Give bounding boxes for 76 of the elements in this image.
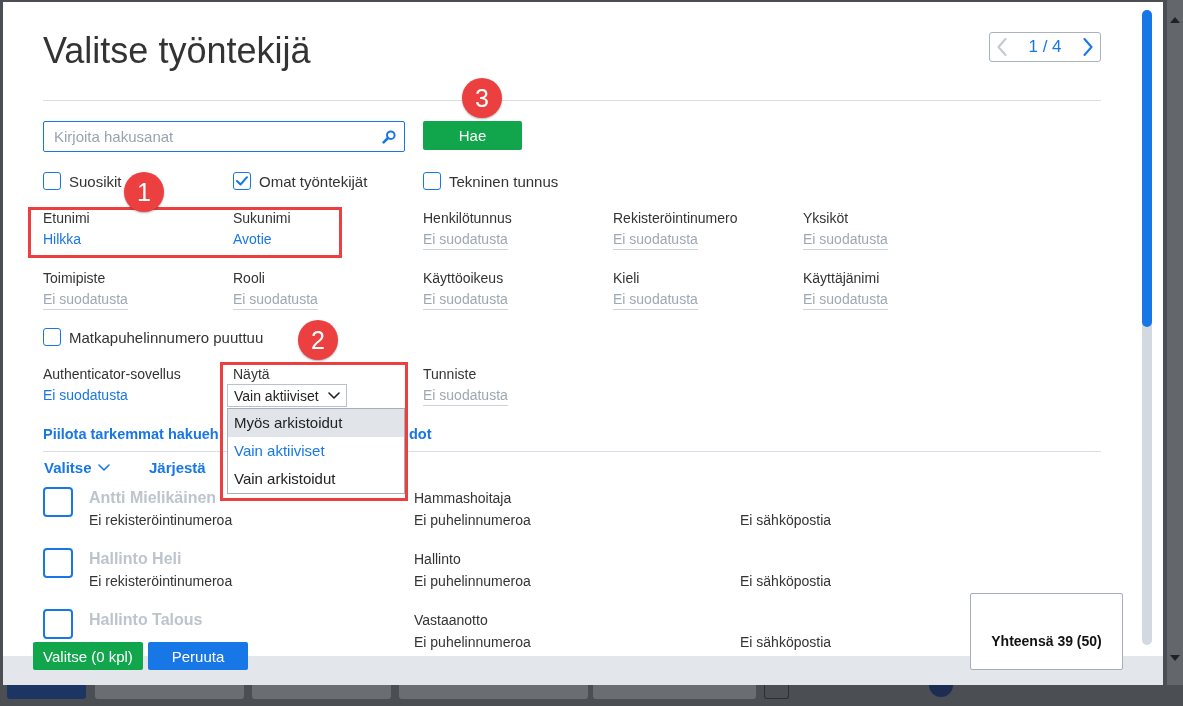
checkmark-icon	[236, 176, 248, 186]
select-menu-button[interactable]: Valitse	[44, 459, 110, 476]
dimmed-background-block	[764, 685, 789, 699]
select-button[interactable]: Valitse (0 kpl)	[33, 642, 143, 670]
checkbox-label[interactable]: Tekninen tunnus	[449, 172, 559, 190]
search-field[interactable]: Kirjoita hakusanat	[43, 121, 405, 152]
row-checkbox[interactable]	[43, 487, 73, 517]
checkbox[interactable]	[233, 172, 251, 190]
caret-down-icon	[97, 464, 110, 471]
employee-name: Hallinto Talous	[89, 610, 203, 630]
filter-value-link[interactable]: Ei suodatusta	[423, 289, 508, 310]
email-address: Ei sähköpostia	[740, 633, 832, 652]
search-button[interactable]: Hae	[423, 121, 522, 150]
email-address: Ei sähköpostia	[740, 511, 832, 530]
total-count: Yhteensä 39 (50)	[970, 593, 1123, 670]
filter-label: Yksiköt	[803, 209, 849, 228]
employee-name: Antti Mielikäinen	[89, 488, 217, 508]
checkbox-label[interactable]: Omat työntekijät	[259, 172, 368, 190]
sort-button[interactable]: Järjestä	[149, 459, 206, 476]
filter-label: Käyttäjänimi	[803, 269, 880, 288]
checkbox[interactable]	[43, 172, 61, 190]
filter-value-link[interactable]: Ei suodatusta	[43, 289, 128, 310]
filter-label: Tunniste	[423, 365, 477, 384]
hide-filters-link[interactable]: Piilota tarkemmat hakueh	[43, 424, 219, 444]
row-checkbox[interactable]	[43, 548, 73, 578]
filter-label: Authenticator-sovellus	[43, 365, 181, 384]
next-page-button[interactable]	[1083, 38, 1093, 56]
filter-label: Etunimi	[43, 209, 90, 228]
chevron-right-icon	[1083, 38, 1093, 56]
registration-number: Ei rekisteröintinumeroa	[89, 511, 233, 530]
filter-value-link[interactable]: Ei suodatusta	[423, 385, 508, 406]
filter-label: Henkilötunnus	[423, 209, 512, 228]
caret-down-icon	[327, 392, 340, 399]
filter-value-link[interactable]: Ei suodatusta	[803, 289, 888, 310]
filter-label: Käyttöoikeus	[423, 269, 504, 288]
page-indicator: 1 / 4	[1028, 37, 1062, 57]
link-text-fragment[interactable]: dot	[409, 424, 432, 444]
filter-value-link[interactable]: Ei suodatusta	[803, 229, 888, 250]
filter-value-link[interactable]: Ei suodatusta	[613, 229, 698, 250]
filter-label: Rekisteröintinumero	[613, 209, 738, 228]
checkbox[interactable]	[423, 172, 441, 190]
number-badge: 3	[462, 78, 502, 118]
filter-value-link[interactable]: Avotie	[233, 229, 272, 250]
filter-label: Näytä	[233, 365, 270, 384]
filter-value-link[interactable]: Hilkka	[43, 229, 82, 250]
dropdown-select[interactable]: Vain aktiiviset	[227, 384, 347, 407]
number-badge: 2	[298, 320, 338, 360]
row-checkbox[interactable]	[43, 609, 73, 639]
cancel-button[interactable]: Peruuta	[148, 642, 248, 670]
checkbox-label[interactable]: Suosikit	[69, 172, 122, 190]
number-badge: 1	[124, 172, 164, 212]
employee-role: Hallinto	[414, 550, 461, 569]
scroll-down-arrow-icon	[1170, 655, 1180, 661]
checkbox-label[interactable]: Matkapuhelinnumero puuttuu	[69, 328, 264, 346]
email-address: Ei sähköpostia	[740, 572, 832, 591]
chevron-left-icon	[997, 38, 1007, 56]
filter-value-link[interactable]: Ei suodatusta	[613, 289, 698, 310]
filter-label: Toimipiste	[43, 269, 106, 288]
filter-label: Kieli	[613, 269, 640, 288]
employee-name: Hallinto Heli	[89, 549, 182, 569]
search-icon	[382, 130, 396, 144]
phone-number: Ei puhelinnumeroa	[414, 633, 531, 652]
scroll-up-arrow-icon	[1170, 17, 1180, 23]
filter-value-link[interactable]: Ei suodatusta	[43, 385, 128, 406]
dialog-title: Valitse työntekijä	[43, 29, 311, 73]
phone-number: Ei puhelinnumeroa	[414, 511, 531, 530]
dropdown-option[interactable]: Myös arkistoidut	[228, 409, 404, 437]
employee-role: Vastaanotto	[414, 611, 488, 630]
phone-number: Ei puhelinnumeroa	[414, 572, 531, 591]
filter-value-link[interactable]: Ei suodatusta	[233, 289, 318, 310]
filter-value-link[interactable]: Ei suodatusta	[423, 229, 508, 250]
filter-label: Sukunimi	[233, 209, 291, 228]
employee-role: Hammashoitaja	[414, 489, 512, 508]
registration-number: Ei rekisteröintinumeroa	[89, 572, 233, 591]
filter-label: Rooli	[233, 269, 265, 288]
checkbox[interactable]	[43, 328, 61, 346]
